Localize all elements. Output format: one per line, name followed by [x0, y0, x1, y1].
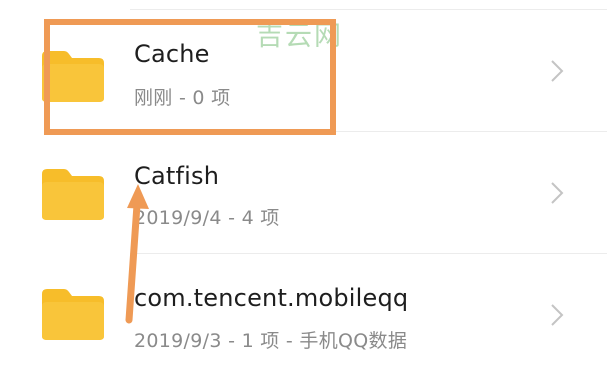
annotation-highlight-box: [44, 19, 336, 135]
file-meta: 2019/9/4 - 4 项: [134, 207, 280, 229]
file-name: Catfish: [134, 162, 220, 190]
file-name: com.tencent.mobileqq: [134, 284, 409, 312]
chevron-right-icon: [551, 182, 564, 204]
chevron-right-icon: [551, 304, 564, 326]
file-meta: 2019/9/3 - 1 项 - 手机QQ数据: [134, 330, 408, 352]
folder-icon: [42, 169, 104, 220]
file-row-mobileqq[interactable]: com.tencent.mobileqq 2019/9/3 - 1 项 - 手机…: [0, 254, 607, 373]
chevron-right-icon: [551, 60, 564, 82]
folder-icon: [42, 289, 104, 340]
file-row-catfish[interactable]: Catfish 2019/9/4 - 4 项: [0, 132, 607, 254]
file-list-screen: Cache 刚刚 - 0 项 Catfish 2019/9/4 - 4 项 co…: [0, 0, 607, 373]
